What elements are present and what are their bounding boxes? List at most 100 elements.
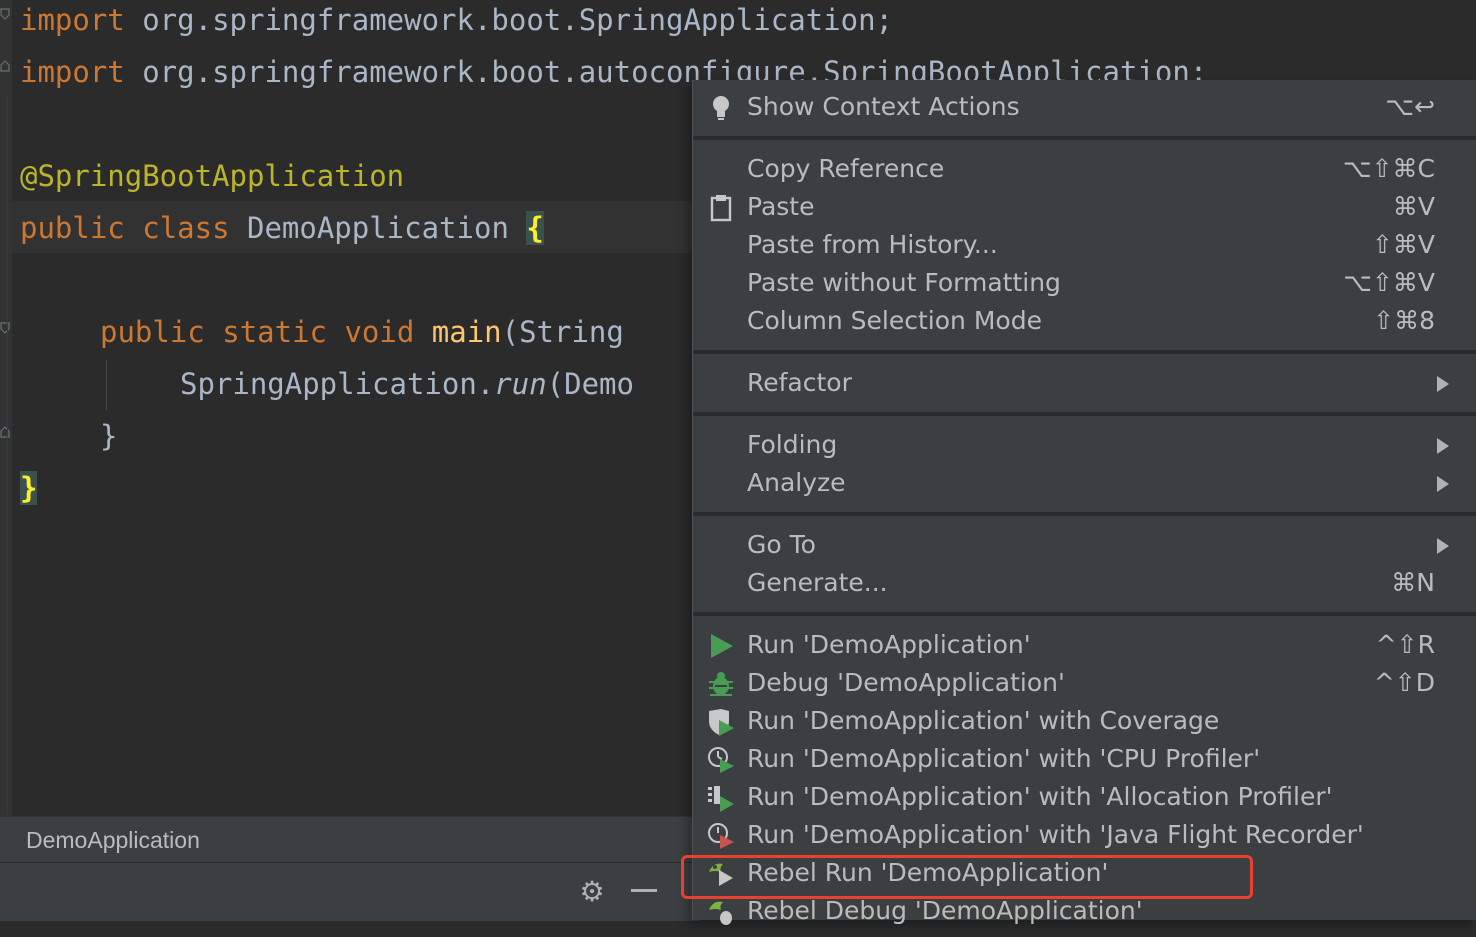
coverage-icon bbox=[707, 708, 735, 736]
code-text: (String bbox=[501, 315, 624, 349]
menu-item-shortcut: ⌥↩ bbox=[1385, 92, 1435, 121]
menu-item-label: Debug 'DemoApplication' bbox=[747, 668, 1065, 697]
minimize-icon[interactable] bbox=[626, 873, 662, 909]
matched-brace: { bbox=[526, 211, 544, 245]
menu-item-copy-reference[interactable]: Copy Reference ⌥⇧⌘C bbox=[693, 150, 1476, 188]
gutter-separator bbox=[7, 95, 8, 815]
menu-item-debug[interactable]: Debug 'DemoApplication' ^⇧D bbox=[693, 664, 1476, 702]
method-name: main bbox=[431, 315, 502, 349]
method-call: run bbox=[494, 367, 547, 401]
code-text: SpringApplication. bbox=[180, 367, 495, 401]
menu-item-shortcut: ^⇧R bbox=[1375, 630, 1435, 659]
keyword: import bbox=[20, 3, 125, 37]
jrebel-debug-icon bbox=[707, 898, 735, 926]
indent-guide bbox=[106, 360, 107, 410]
highlight-annotation-box bbox=[681, 855, 1253, 899]
flight-recorder-icon bbox=[707, 822, 735, 850]
fold-marker-icon[interactable] bbox=[0, 426, 10, 438]
submenu-arrow-icon bbox=[1437, 538, 1449, 554]
menu-item-label: Show Context Actions bbox=[747, 92, 1020, 121]
menu-item-run-cpu-profiler[interactable]: Run 'DemoApplication' with 'CPU Profiler… bbox=[693, 740, 1476, 778]
menu-item-paste-without-formatting[interactable]: Paste without Formatting ⌥⇧⌘V bbox=[693, 264, 1476, 302]
lightbulb-icon bbox=[707, 94, 735, 122]
tool-window-title[interactable]: DemoApplication bbox=[26, 817, 200, 863]
code-line-8: SpringApplication.run(Demo bbox=[180, 358, 634, 410]
code-text: (Demo bbox=[546, 367, 634, 401]
menu-item-run-coverage[interactable]: Run 'DemoApplication' with Coverage bbox=[693, 702, 1476, 740]
fold-marker-icon[interactable] bbox=[0, 60, 10, 72]
keyword: static bbox=[222, 315, 327, 349]
menu-item-shortcut: ⌘V bbox=[1392, 192, 1435, 221]
menu-item-show-context-actions[interactable]: Show Context Actions ⌥↩ bbox=[693, 88, 1476, 126]
fold-marker-icon[interactable] bbox=[0, 8, 10, 20]
menu-item-run-flight-recorder[interactable]: Run 'DemoApplication' with 'Java Flight … bbox=[693, 816, 1476, 854]
menu-item-shortcut: ^⇧D bbox=[1373, 668, 1435, 697]
menu-item-label: Run 'DemoApplication' with Coverage bbox=[747, 706, 1220, 735]
debug-icon bbox=[707, 670, 735, 698]
menu-item-label: Generate... bbox=[747, 568, 888, 597]
menu-item-generate[interactable]: Generate... ⌘N bbox=[693, 564, 1476, 602]
menu-item-label: Paste without Formatting bbox=[747, 268, 1061, 297]
menu-separator bbox=[693, 350, 1476, 354]
menu-item-shortcut: ⌘N bbox=[1391, 568, 1435, 597]
code-line-10: } bbox=[20, 462, 38, 514]
menu-item-label: Copy Reference bbox=[747, 154, 945, 183]
gear-icon[interactable]: ⚙ bbox=[574, 873, 610, 909]
menu-item-shortcut: ⌥⇧⌘V bbox=[1343, 268, 1435, 297]
menu-item-go-to[interactable]: Go To bbox=[693, 526, 1476, 564]
code-line-4: @SpringBootApplication bbox=[20, 150, 404, 202]
menu-item-label: Paste from History... bbox=[747, 230, 998, 259]
menu-item-run[interactable]: Run 'DemoApplication' ^⇧R bbox=[693, 626, 1476, 664]
run-icon bbox=[707, 632, 735, 660]
menu-item-label: Analyze bbox=[747, 468, 846, 497]
menu-item-label: Run 'DemoApplication' bbox=[747, 630, 1031, 659]
annotation: @SpringBootApplication bbox=[20, 159, 405, 193]
keyword: void bbox=[344, 315, 415, 349]
menu-item-shortcut: ⇧⌘V bbox=[1371, 230, 1435, 259]
submenu-arrow-icon bbox=[1437, 476, 1449, 492]
menu-item-run-allocation-profiler[interactable]: Run 'DemoApplication' with 'Allocation P… bbox=[693, 778, 1476, 816]
menu-separator bbox=[693, 136, 1476, 140]
tool-window-toolbar: ⚙ bbox=[0, 862, 700, 921]
menu-item-shortcut: ⌥⇧⌘C bbox=[1342, 154, 1435, 183]
menu-item-label: Paste bbox=[747, 192, 815, 221]
context-menu: Show Context Actions ⌥↩ Copy Reference ⌥… bbox=[692, 80, 1476, 925]
code-line-7: public static void main(String bbox=[100, 306, 624, 358]
menu-item-label: Run 'DemoApplication' with 'CPU Profiler… bbox=[747, 744, 1261, 773]
menu-item-shortcut: ⇧⌘8 bbox=[1373, 306, 1435, 335]
code-line-1: import org.springframework.boot.SpringAp… bbox=[20, 0, 893, 46]
menu-item-folding[interactable]: Folding bbox=[693, 426, 1476, 464]
class-name: DemoApplication bbox=[229, 211, 527, 245]
closing-brace: } bbox=[100, 419, 118, 453]
menu-item-label: Folding bbox=[747, 430, 838, 459]
tool-window-header: DemoApplication bbox=[0, 816, 700, 863]
matched-brace: } bbox=[20, 471, 38, 505]
cpu-profiler-icon bbox=[707, 746, 735, 774]
keyword: import bbox=[20, 55, 125, 89]
menu-item-label: Run 'DemoApplication' with 'Allocation P… bbox=[747, 782, 1333, 811]
code-text: org.springframework.boot.SpringApplicati… bbox=[124, 3, 893, 37]
menu-item-analyze[interactable]: Analyze bbox=[693, 464, 1476, 502]
keyword: public bbox=[20, 211, 125, 245]
submenu-arrow-icon bbox=[1437, 438, 1449, 454]
menu-item-label: Run 'DemoApplication' with 'Java Flight … bbox=[747, 820, 1364, 849]
allocation-profiler-icon bbox=[707, 784, 735, 812]
code-line-5: public class DemoApplication { bbox=[20, 202, 544, 254]
menu-item-label: Column Selection Mode bbox=[747, 306, 1042, 335]
menu-separator bbox=[693, 512, 1476, 516]
menu-item-label: Go To bbox=[747, 530, 816, 559]
keyword: public bbox=[100, 315, 205, 349]
menu-item-paste-from-history[interactable]: Paste from History... ⇧⌘V bbox=[693, 226, 1476, 264]
menu-item-refactor[interactable]: Refactor bbox=[693, 364, 1476, 402]
menu-item-paste[interactable]: Paste ⌘V bbox=[693, 188, 1476, 226]
keyword: class bbox=[142, 211, 230, 245]
code-line-9: } bbox=[100, 410, 117, 462]
menu-separator bbox=[693, 612, 1476, 616]
submenu-arrow-icon bbox=[1437, 376, 1449, 392]
menu-item-column-selection-mode[interactable]: Column Selection Mode ⇧⌘8 bbox=[693, 302, 1476, 340]
menu-separator bbox=[693, 412, 1476, 416]
fold-marker-icon[interactable] bbox=[0, 322, 10, 334]
clipboard-icon bbox=[707, 194, 735, 222]
menu-item-label: Refactor bbox=[747, 368, 852, 397]
editor-gutter bbox=[0, 0, 12, 816]
